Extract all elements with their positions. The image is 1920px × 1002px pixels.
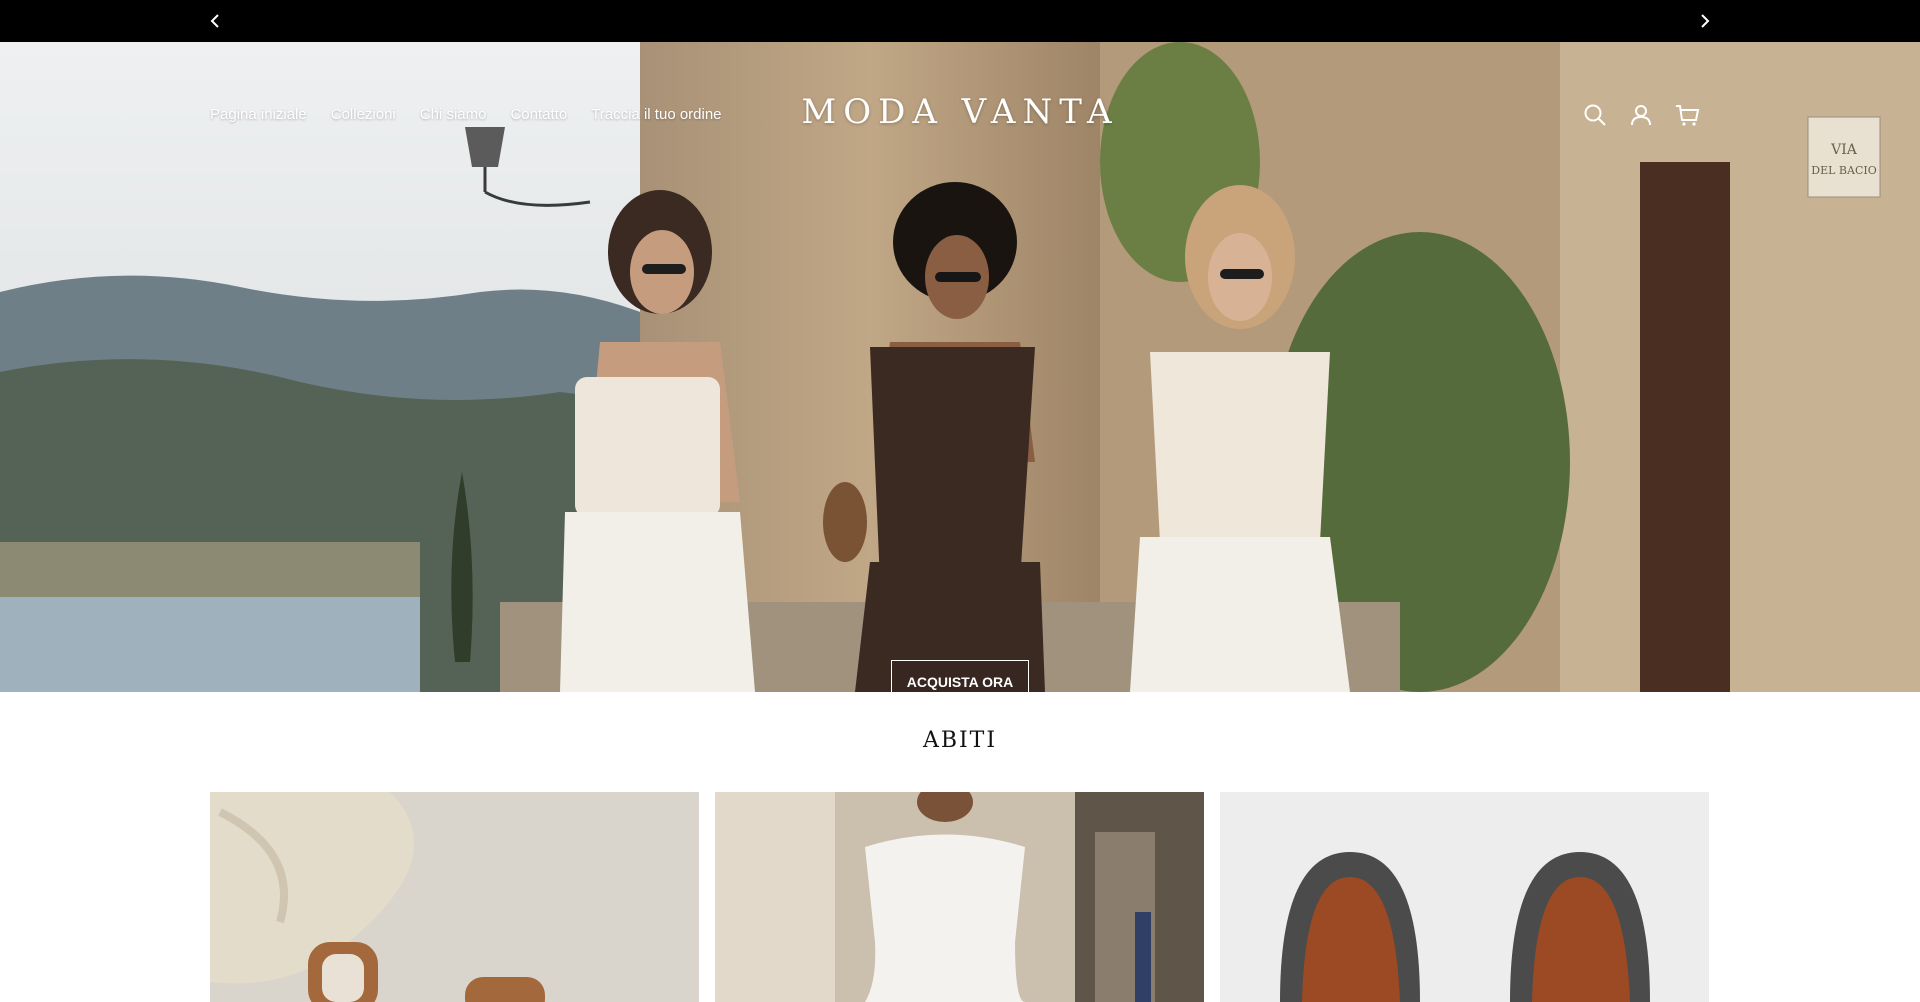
shop-now-button[interactable]: ACQUISTA ORA bbox=[891, 660, 1029, 692]
announcement-bar bbox=[0, 0, 1920, 42]
cart-icon[interactable] bbox=[1674, 102, 1700, 128]
hero-banner: VIA DEL BACIO Pagina iniziale Collezioni… bbox=[0, 42, 1920, 692]
product-image-sandals bbox=[210, 792, 699, 1002]
street-sign-text-2: DEL BACIO bbox=[1811, 164, 1876, 177]
chevron-left-icon[interactable] bbox=[204, 9, 228, 33]
search-icon[interactable] bbox=[1582, 102, 1608, 128]
product-card-white-dress[interactable] bbox=[715, 792, 1204, 1002]
product-grid bbox=[210, 792, 1709, 1002]
product-card-sandals[interactable] bbox=[210, 792, 699, 1002]
product-image-white-dress bbox=[715, 792, 1204, 1002]
header-icons bbox=[1582, 102, 1700, 128]
product-image-studded-shoes bbox=[1220, 792, 1709, 1002]
account-icon[interactable] bbox=[1628, 102, 1654, 128]
chevron-right-icon[interactable] bbox=[1692, 9, 1716, 33]
section-title: ABITI bbox=[922, 728, 998, 753]
product-card-studded-shoes[interactable] bbox=[1220, 792, 1709, 1002]
hero-image: VIA DEL BACIO bbox=[0, 42, 1920, 692]
street-sign-text-1: VIA bbox=[1830, 142, 1858, 158]
